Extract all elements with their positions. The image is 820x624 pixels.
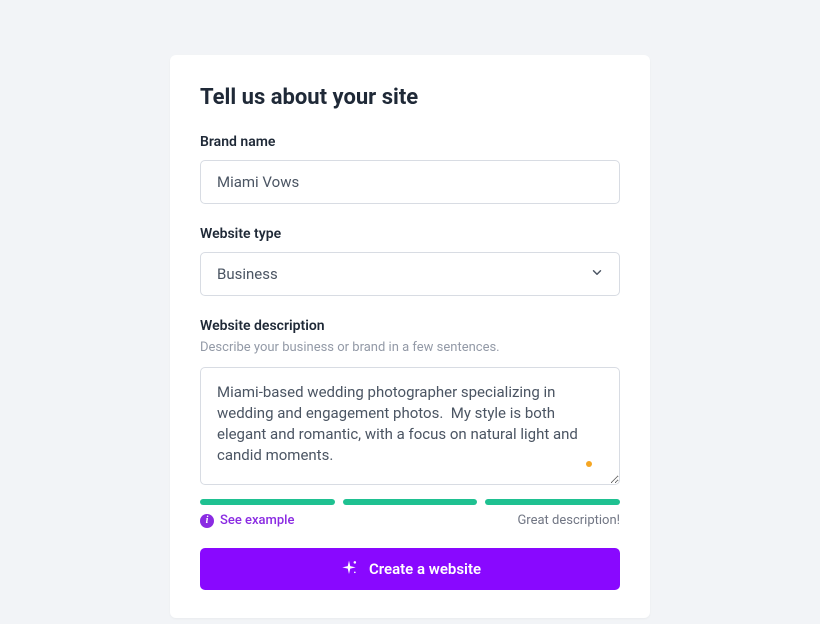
brand-name-field: Brand name — [200, 134, 620, 204]
site-setup-card: Tell us about your site Brand name Websi… — [170, 55, 650, 618]
sparkle-icon — [339, 559, 359, 579]
website-type-field: Website type Business — [200, 226, 620, 296]
website-type-select-wrapper: Business — [200, 252, 620, 296]
create-website-button[interactable]: Create a website — [200, 548, 620, 590]
feedback-message: Great description! — [517, 513, 620, 528]
status-dot-icon — [586, 461, 592, 467]
website-type-label: Website type — [200, 226, 620, 242]
description-strength-meter — [200, 499, 620, 505]
feedback-row: i See example Great description! — [200, 513, 620, 528]
see-example-link[interactable]: i See example — [200, 513, 294, 528]
description-textarea[interactable] — [200, 367, 620, 485]
progress-segment-2 — [343, 499, 478, 505]
brand-name-label: Brand name — [200, 134, 620, 150]
textarea-wrapper — [200, 367, 620, 489]
website-type-select[interactable]: Business — [200, 252, 620, 296]
description-label: Website description — [200, 318, 620, 334]
description-field: Website description Describe your busine… — [200, 318, 620, 489]
see-example-text: See example — [220, 513, 294, 528]
progress-segment-1 — [200, 499, 335, 505]
info-icon: i — [200, 514, 214, 528]
description-hint: Describe your business or brand in a few… — [200, 340, 620, 355]
progress-segment-3 — [485, 499, 620, 505]
page-title: Tell us about your site — [200, 85, 620, 110]
brand-name-input[interactable] — [200, 160, 620, 204]
create-button-label: Create a website — [369, 560, 481, 578]
